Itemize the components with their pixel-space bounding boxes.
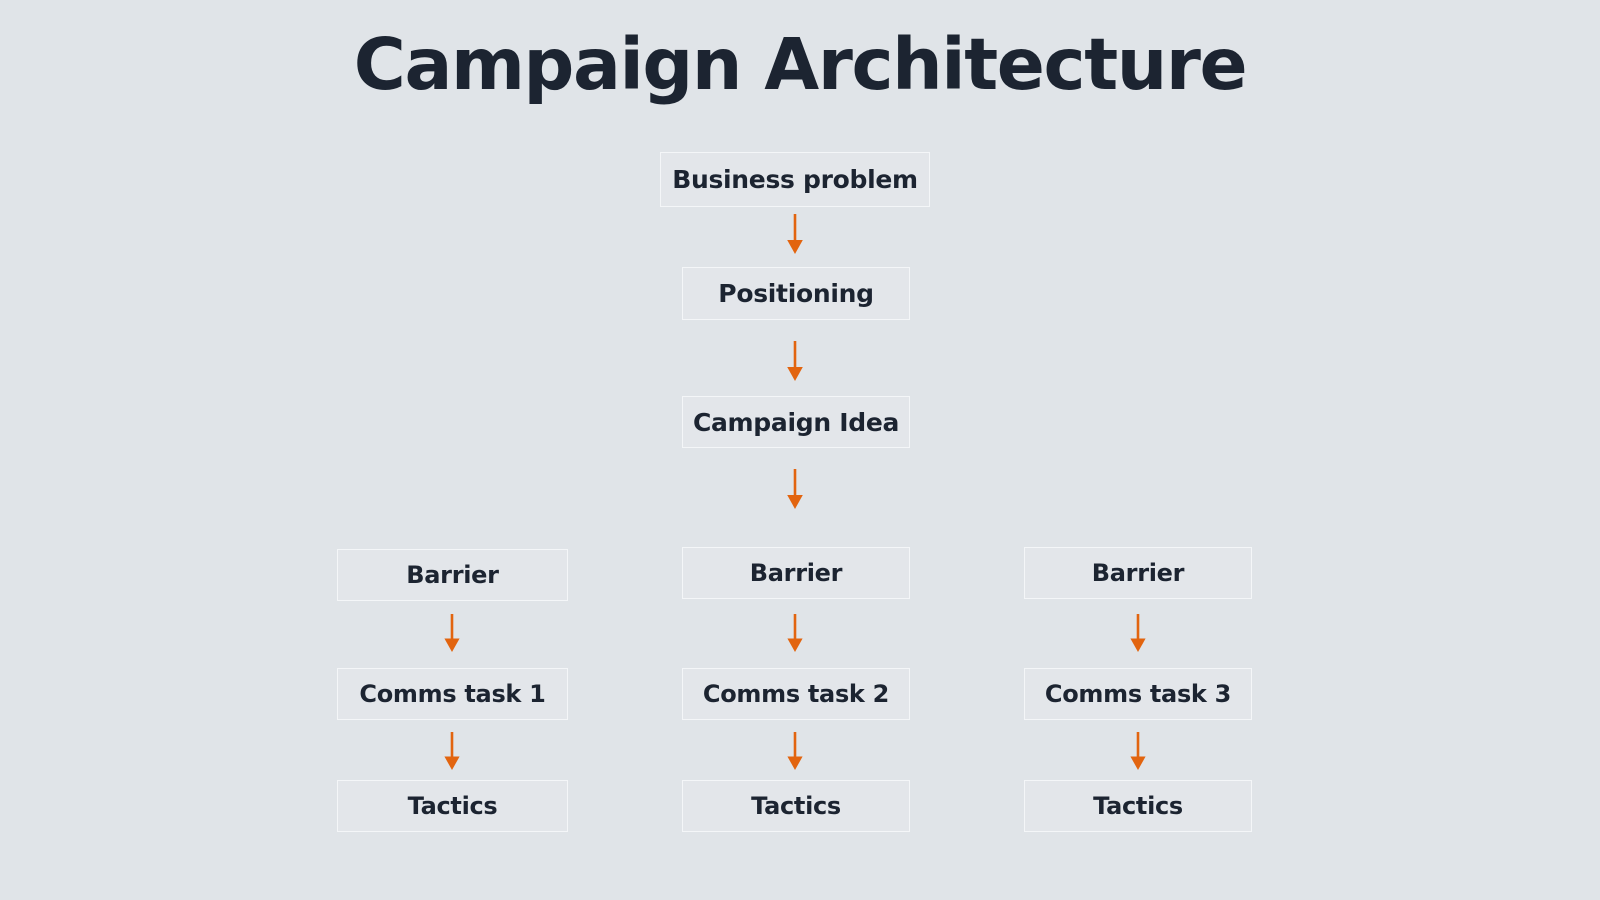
node-label: Comms task 3 — [1044, 680, 1232, 708]
node-tactics-2[interactable]: Tactics — [682, 780, 910, 832]
node-label: Barrier — [1091, 559, 1185, 587]
arrow-positioning-to-campaign-idea-icon — [787, 341, 803, 381]
diagram-canvas: Campaign Architecture Business problem P… — [0, 0, 1600, 900]
node-campaign-idea[interactable]: Campaign Idea — [682, 396, 910, 448]
node-label: Comms task 2 — [702, 680, 890, 708]
node-label: Tactics — [407, 792, 498, 820]
node-label: Tactics — [1093, 792, 1183, 820]
node-label: Business problem — [672, 165, 918, 194]
arrow-comms-task-1-to-tactics-1-icon — [444, 732, 460, 770]
arrow-comms-task-2-to-tactics-2-icon — [787, 732, 803, 770]
node-business-problem[interactable]: Business problem — [660, 152, 930, 207]
page-title: Campaign Architecture — [353, 23, 1248, 106]
node-label: Barrier — [406, 561, 499, 589]
node-comms-task-3[interactable]: Comms task 3 — [1024, 668, 1252, 720]
node-label: Positioning — [718, 279, 874, 308]
node-barrier-2[interactable]: Barrier — [682, 547, 910, 599]
node-barrier-1[interactable]: Barrier — [337, 549, 568, 601]
node-comms-task-1[interactable]: Comms task 1 — [337, 668, 568, 720]
node-positioning[interactable]: Positioning — [682, 267, 910, 320]
node-label: Tactics — [751, 792, 841, 820]
arrow-comms-task-3-to-tactics-3-icon — [1130, 732, 1146, 770]
node-label: Campaign Idea — [692, 407, 900, 437]
node-tactics-1[interactable]: Tactics — [337, 780, 568, 832]
arrow-barrier-1-to-comms-task-1-icon — [444, 614, 460, 652]
node-barrier-3[interactable]: Barrier — [1024, 547, 1252, 599]
arrow-barrier-3-to-comms-task-3-icon — [1130, 614, 1146, 652]
node-tactics-3[interactable]: Tactics — [1024, 780, 1252, 832]
node-comms-task-2[interactable]: Comms task 2 — [682, 668, 910, 720]
arrow-barrier-2-to-comms-task-2-icon — [787, 614, 803, 652]
arrow-campaign-idea-to-barriers-icon — [787, 469, 803, 509]
node-label: Comms task 1 — [359, 680, 546, 708]
node-label: Barrier — [749, 559, 843, 587]
arrow-business-problem-to-positioning-icon — [787, 214, 803, 254]
